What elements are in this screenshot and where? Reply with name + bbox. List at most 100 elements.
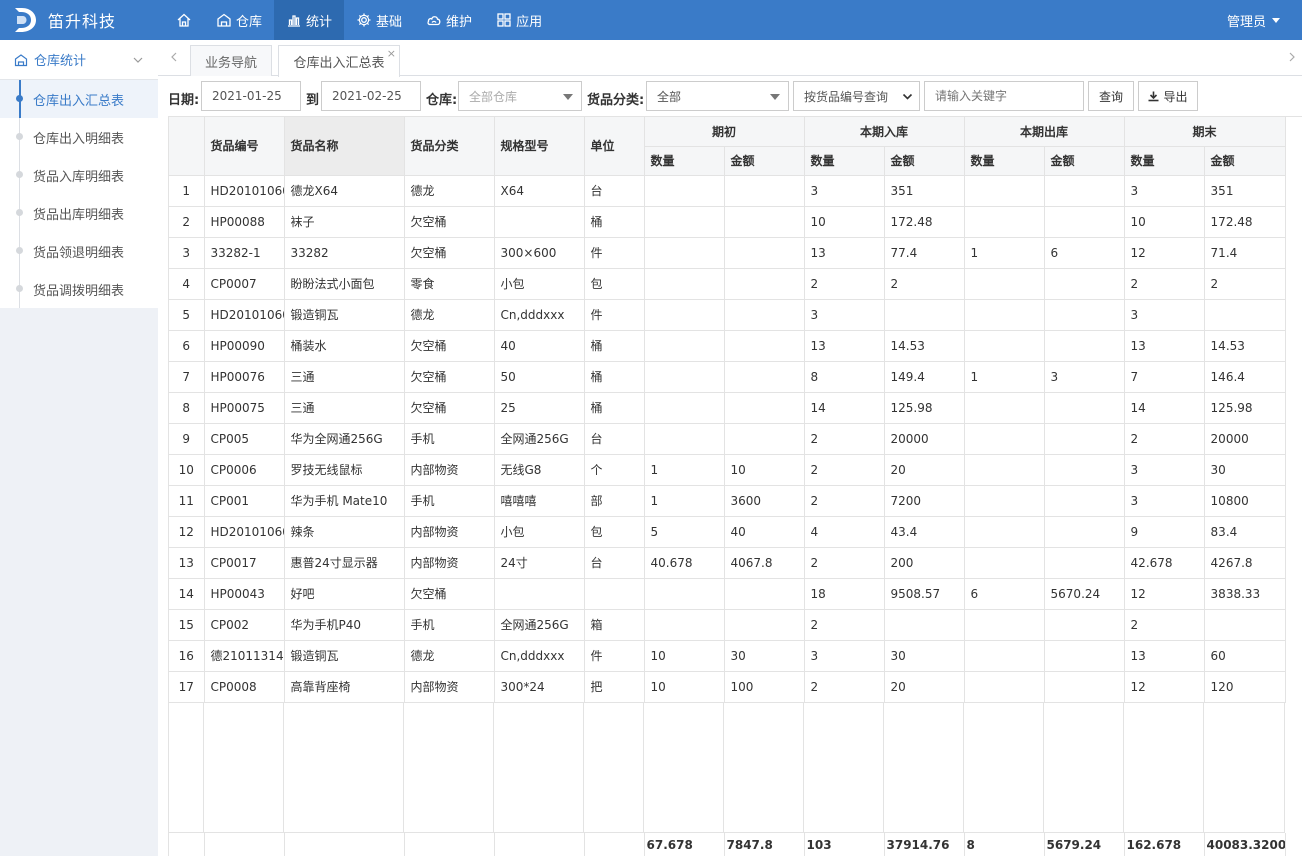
table-row[interactable]: 11 CP001 华为手机 Mate10 手机 嘻嘻嘻部 1 3600 2 7200 3 10800 [169, 485, 1286, 517]
user-menu[interactable]: 管理员 [1227, 0, 1280, 40]
cell-name: 袜子 [284, 206, 405, 238]
cell-in-qty: 2 [804, 423, 885, 455]
cell-closing-qty: 7 [1124, 361, 1205, 393]
cell-unit: 包 [584, 516, 645, 548]
cell-out-amount [1044, 423, 1125, 455]
nav-warehouse[interactable]: 仓库 [204, 0, 274, 40]
table-row[interactable]: 8 HP00075 三通 欠空桶 25 桶 14 125.98 14 125.98 [169, 392, 1286, 424]
cell-opening-qty [644, 299, 725, 331]
nav-statistics[interactable]: 统计 [274, 0, 345, 40]
cell-out-qty [964, 330, 1045, 362]
search-button[interactable]: 查询 [1088, 81, 1134, 111]
table-row[interactable]: 7 HP00076 三通 欠空桶 50 桶 8 149.4 1 3 7 146.4 [169, 361, 1286, 393]
cell-code: HP00090 [204, 330, 285, 362]
col-header-opening-amount[interactable]: 金额 [724, 146, 805, 176]
brand-name: 笛升科技 [48, 12, 117, 31]
table-row[interactable]: 3 33282-1 33282 欠空桶 300×600 件 13 77.4 1 6 12 71.4 [169, 237, 1286, 269]
total-cell-empty [169, 833, 205, 856]
table-row[interactable]: 2 HP00088 袜子 欠空桶桶 10 172.48 10 172.48 [169, 206, 1286, 238]
cell-opening-amount [724, 330, 805, 362]
table-row[interactable]: 15 CP002 华为手机P40 手机 全网通256G 箱 2 2 [169, 609, 1286, 641]
col-header-closing-qty[interactable]: 数量 [1124, 146, 1205, 176]
cell-opening-amount [724, 268, 805, 300]
category-select[interactable]: 全部 [646, 81, 789, 111]
nav-maintenance[interactable]: 维护 [414, 0, 484, 40]
tab-inout-summary[interactable]: 仓库出入汇总表 × [278, 45, 400, 77]
sidebar-item-inout-detail[interactable]: 仓库出入明细表 [0, 118, 158, 156]
nav-home[interactable] [164, 0, 204, 40]
query-mode-select[interactable]: 按货品编号查询 [793, 81, 920, 111]
cell-category: 内部物资 [404, 547, 495, 579]
cell-out-qty [964, 671, 1045, 703]
filter-bar: 日期: 2021-01-25 到 2021-02-25 仓库: 全部仓库 货品分… [158, 76, 1302, 116]
col-header-name[interactable]: 货品名称 [284, 117, 405, 176]
col-header-closing-amount[interactable]: 金额 [1204, 146, 1286, 176]
col-header-unit[interactable]: 单位 [584, 117, 645, 176]
cell-unit: 桶 [584, 361, 645, 393]
table-row[interactable]: 13 CP0017 惠普24寸显示器 内部物资 24寸台 40.678 4067.8 2 200… [169, 547, 1286, 579]
grid-line [1123, 703, 1124, 833]
cell-category: 欠空桶 [404, 237, 495, 269]
col-header-out-qty[interactable]: 数量 [964, 146, 1045, 176]
brand[interactable]: 笛升科技 [12, 0, 116, 40]
cell-out-amount [1044, 485, 1125, 517]
nav-basic[interactable]: 基础 [344, 0, 414, 40]
col-header-code[interactable]: 货品编号 [204, 117, 285, 176]
col-header-spec[interactable]: 规格型号 [494, 117, 585, 176]
date-from-input[interactable]: 2021-01-25 [201, 81, 301, 111]
cell-opening-qty [644, 237, 725, 269]
sidebar-item-return-detail[interactable]: 货品领退明细表 [0, 232, 158, 270]
cell-in-amount: 2 [884, 268, 965, 300]
table-row[interactable]: 10 CP0006 罗技无线鼠标 内部物资 无线G8 个 1 10 2 20 3 30 [169, 454, 1286, 486]
sidebar-item-inbound-detail[interactable]: 货品入库明细表 [0, 156, 158, 194]
col-header-opening-qty[interactable]: 数量 [644, 146, 725, 176]
cell-unit: 把 [584, 671, 645, 703]
gear-icon [357, 13, 371, 27]
cell-closing-qty: 3 [1124, 299, 1205, 331]
cell-name: 罗技无线鼠标 [284, 454, 405, 486]
sidebar-item-outbound-detail[interactable]: 货品出库明细表 [0, 194, 158, 232]
cell-out-amount [1044, 516, 1125, 548]
col-header-in-amount[interactable]: 金额 [884, 146, 965, 176]
sidebar-item-inout-summary[interactable]: 仓库出入汇总表 [0, 80, 158, 118]
warehouse-select[interactable]: 全部仓库 [458, 81, 582, 111]
chevron-left-icon[interactable] [168, 51, 180, 63]
table-row[interactable]: 14 HP00043 好吧 欠空桶 18 9508.57 6 5670.24 12 3838.33 [169, 578, 1286, 610]
row-number: 1 [169, 175, 205, 207]
bullet-dot-icon [16, 285, 23, 292]
table-row[interactable]: 4 CP0007 盼盼法式小面包 零食 小包包 2 2 2 2 [169, 268, 1286, 300]
col-rownum [169, 117, 205, 176]
table-row[interactable]: 1 HD20101060 德龙X64 德龙 X64 台 3 351 3 351 [169, 175, 1286, 207]
row-number: 13 [169, 547, 205, 579]
export-button[interactable]: 导出 [1138, 81, 1198, 111]
date-to-input[interactable]: 2021-02-25 [321, 81, 421, 111]
table-row[interactable]: 9 CP005 华为全网通256G 手机 全网通256G 台 2 20000 2 20000 [169, 423, 1286, 455]
col-header-in-qty[interactable]: 数量 [804, 146, 885, 176]
col-header-category[interactable]: 货品分类 [404, 117, 495, 176]
cell-in-qty: 3 [804, 175, 885, 207]
row-number: 6 [169, 330, 205, 362]
row-number: 2 [169, 206, 205, 238]
col-header-out-amount[interactable]: 金额 [1044, 146, 1125, 176]
sidebar-item-transfer-detail[interactable]: 货品调拨明细表 [0, 270, 158, 308]
cell-opening-qty [644, 423, 725, 455]
nav-apps[interactable]: 应用 [484, 0, 554, 40]
cell-category: 手机 [404, 485, 495, 517]
date-from-value: 2021-01-25 [212, 89, 282, 103]
sidebar-group-header[interactable]: 仓库统计 [0, 40, 158, 80]
cell-in-qty: 13 [804, 330, 885, 362]
table-row[interactable]: 5 HD20101060 锻造铜瓦 德龙 Cn,dddxxx 件 3 3 [169, 299, 1286, 331]
close-icon[interactable]: × [387, 47, 396, 60]
cell-unit: 箱 [584, 609, 645, 641]
keyword-input[interactable] [924, 81, 1084, 111]
cell-name: 辣条 [284, 516, 405, 548]
table-row[interactable]: 16 德210113149 锻造铜瓦 德龙 Cn,dddxxx 件 10 30 3 30 13 60 [169, 640, 1286, 672]
tab-business-nav[interactable]: 业务导航 [190, 45, 272, 76]
table-row[interactable]: 17 CP0008 高靠背座椅 内部物资 300*24 把 10 100 2 20 12 120 [169, 671, 1286, 703]
table-row[interactable]: 6 HP00090 桶装水 欠空桶 40 桶 13 14.53 13 14.53 [169, 330, 1286, 362]
apps-icon [497, 13, 511, 27]
cell-closing-amount: 10800 [1204, 485, 1286, 517]
table-row[interactable]: 12 HD20101060 辣条 内部物资 小包包 5 40 4 43.4 9 83.4 [169, 516, 1286, 548]
chevron-right-icon[interactable] [1286, 51, 1298, 63]
summary-grid: 货品编号 货品名称 货品分类 规格型号 单位 期初 本期入库 本期出库 期末 数… [168, 116, 1302, 856]
